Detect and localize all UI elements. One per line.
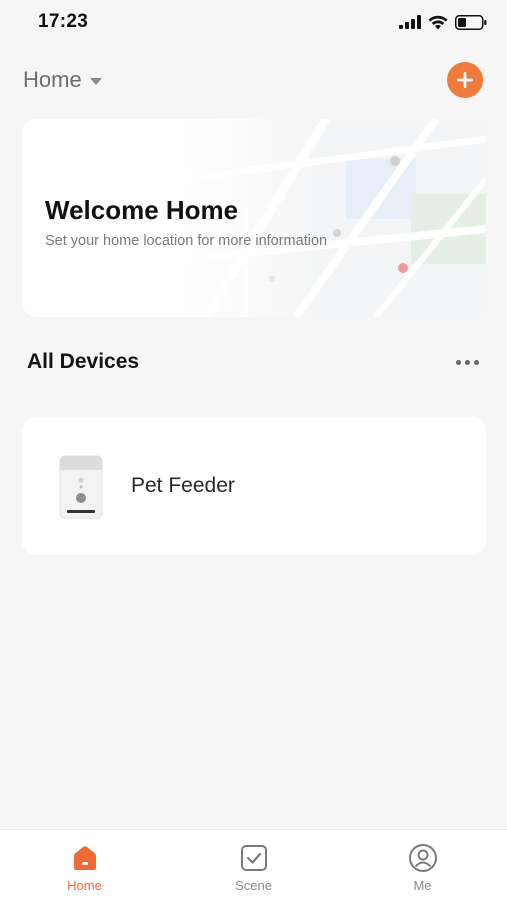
welcome-subtitle: Set your home location for more informat… (45, 233, 328, 249)
add-device-button[interactable] (447, 62, 483, 98)
tab-bar: Home Scene Me (0, 829, 507, 900)
tab-home-label: Home (67, 878, 102, 893)
more-icon[interactable] (456, 354, 479, 371)
signal-icon (399, 15, 421, 29)
wifi-icon (428, 15, 448, 29)
more-dot (456, 359, 461, 365)
status-icons (399, 14, 487, 30)
device-card-pet-feeder[interactable]: Pet Feeder (22, 417, 486, 555)
welcome-card[interactable]: Welcome Home Set your home location for … (22, 119, 486, 317)
plus-icon (457, 72, 473, 88)
tab-scene[interactable]: Scene (169, 830, 338, 893)
devices-section-title: All Devices (27, 350, 140, 373)
devices-section-header: All Devices (0, 344, 507, 380)
tab-me-label: Me (413, 878, 432, 893)
battery-icon (455, 14, 487, 30)
device-name: Pet Feeder (131, 474, 235, 497)
tab-scene-label: Scene (235, 878, 272, 893)
status-bar: 17:23 (0, 0, 507, 44)
tab-home[interactable]: Home (0, 830, 169, 893)
more-dot (465, 359, 470, 365)
status-time: 17:23 (38, 11, 89, 32)
more-dot (474, 359, 479, 365)
home-title: Home (23, 67, 82, 92)
profile-icon (407, 842, 439, 874)
caret-down-icon (89, 77, 102, 85)
welcome-title: Welcome Home (45, 195, 239, 225)
scene-icon (238, 842, 270, 874)
home-icon (69, 842, 101, 874)
home-selector[interactable]: Home (23, 67, 102, 93)
tab-me[interactable]: Me (338, 830, 507, 893)
header: Home (0, 56, 507, 104)
pet-feeder-icon (59, 455, 103, 519)
